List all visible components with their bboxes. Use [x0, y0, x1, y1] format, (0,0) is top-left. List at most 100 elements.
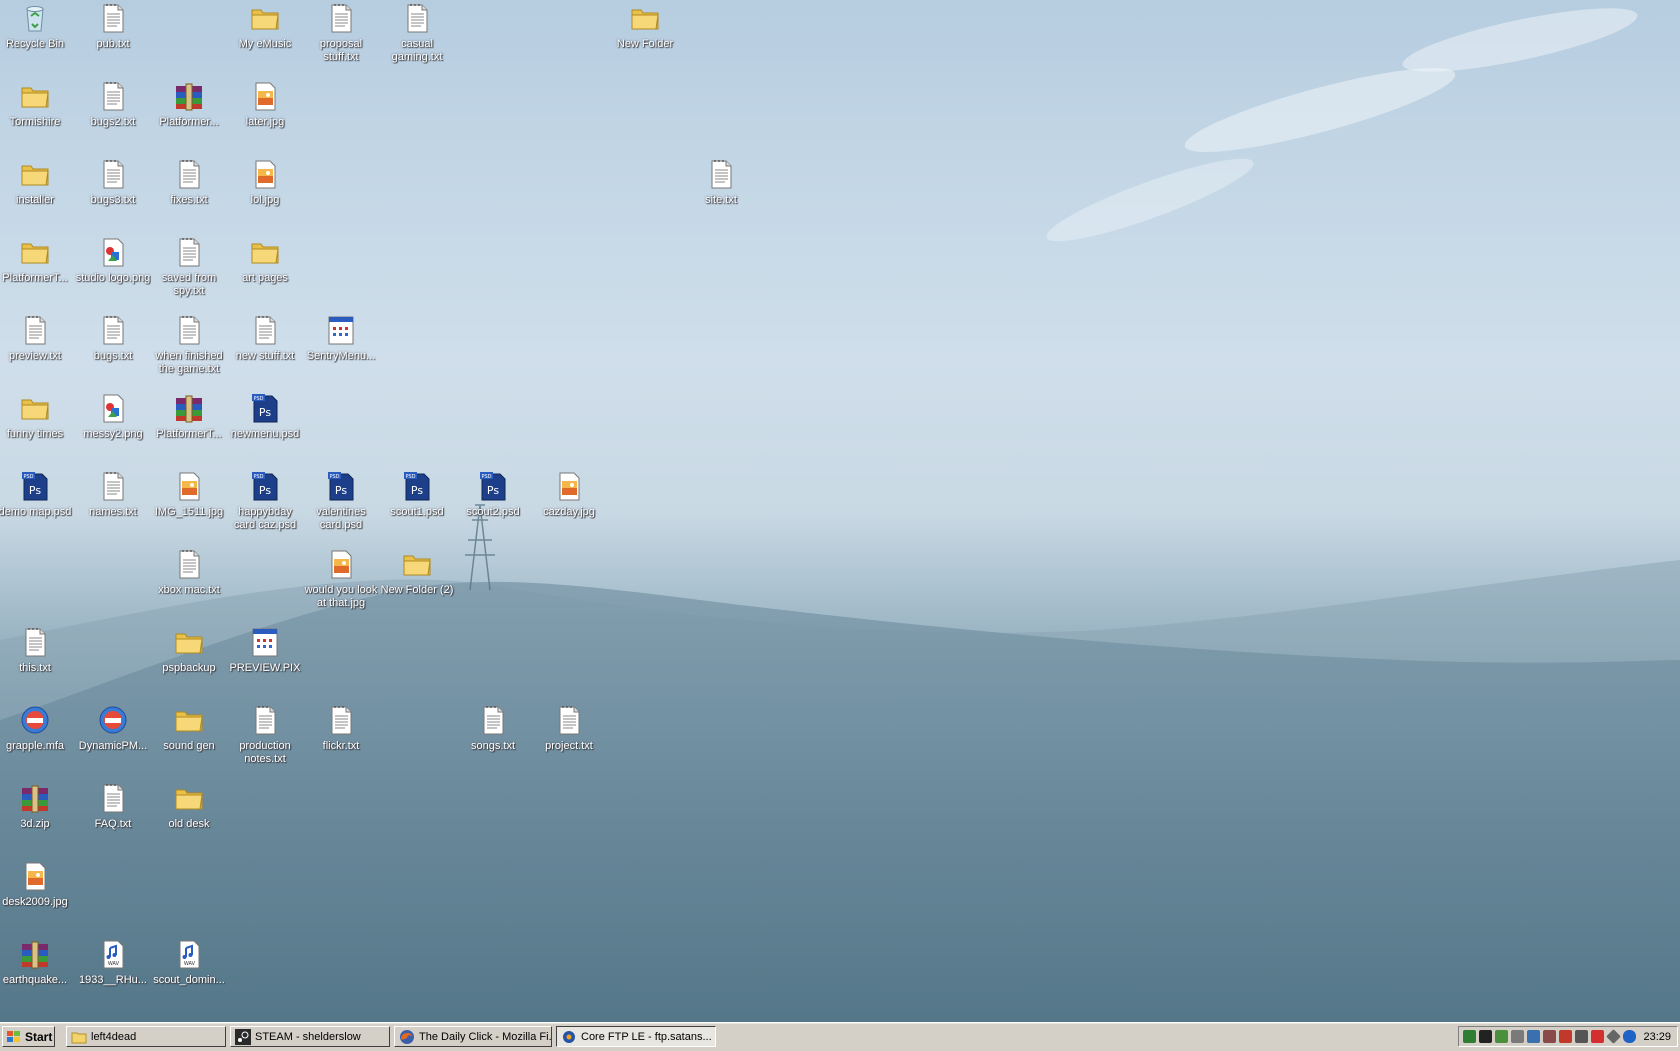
antivirus-icon[interactable] — [1591, 1030, 1604, 1043]
volume-icon[interactable] — [1511, 1030, 1524, 1043]
desktop-icon[interactable]: studio logo.png — [75, 236, 151, 285]
svg-text:Ps: Ps — [411, 484, 423, 497]
desktop-icon[interactable]: WAV 1933__RHu... — [75, 938, 151, 987]
desktop-icon-label: site.txt — [705, 194, 737, 206]
desktop-icon[interactable]: DynamicPM... — [75, 704, 151, 753]
desktop-icon[interactable]: Tormishire — [0, 80, 73, 129]
desktop-icon[interactable]: names.txt — [75, 470, 151, 519]
desktop-icon[interactable]: WAV scout_domin... — [151, 938, 227, 987]
shield-tray-icon[interactable] — [1559, 1030, 1572, 1043]
desktop-icon[interactable]: old desk — [151, 782, 227, 831]
svg-text:WAV: WAV — [184, 961, 196, 967]
text-file-icon — [325, 2, 357, 34]
display-tray-icon[interactable] — [1527, 1030, 1540, 1043]
desktop-icon[interactable]: PSD Ps scout1.psd — [379, 470, 455, 519]
desktop-icon[interactable]: Platformer... — [151, 80, 227, 129]
firefox-icon — [400, 1029, 414, 1044]
desktop-icon[interactable]: PSD Ps valentines card.psd — [303, 470, 379, 532]
pix-file-icon — [325, 314, 357, 346]
desktop-icon[interactable]: installer — [0, 158, 73, 207]
desktop-icon[interactable]: PSD Ps newmenu.psd — [227, 392, 303, 441]
desktop-icon[interactable]: casual gaming.txt — [379, 2, 455, 64]
folder-icon — [71, 1032, 87, 1043]
desktop-icon[interactable]: proposal stuff.txt — [303, 2, 379, 64]
desktop-icon[interactable]: bugs3.txt — [75, 158, 151, 207]
mfa-file-icon — [97, 704, 129, 736]
desktop-icon-label: DynamicPM... — [78, 740, 148, 752]
desktop-icon[interactable]: later.jpg — [227, 80, 303, 129]
desktop-icon[interactable]: grapple.mfa — [0, 704, 73, 753]
desktop-icon[interactable]: cazday.jpg — [531, 470, 607, 519]
desktop-icon-label: SentryMenu... — [306, 350, 376, 362]
desktop-icon[interactable]: IMG_1511.jpg — [151, 470, 227, 519]
desktop-icon[interactable]: pub.txt — [75, 2, 151, 51]
task-coreftp[interactable]: Core FTP LE - ftp.satans... — [556, 1026, 716, 1047]
app-tray-icon[interactable] — [1495, 1030, 1508, 1043]
desktop-icon[interactable]: SentryMenu... — [303, 314, 379, 363]
desktop-icon[interactable]: production notes.txt — [227, 704, 303, 766]
desktop-icon[interactable]: would you look at that.jpg — [303, 548, 379, 610]
diamond-tray-icon[interactable] — [1606, 1029, 1621, 1044]
task-firefox[interactable]: The Daily Click - Mozilla Fi... — [394, 1026, 552, 1047]
task-left4dead[interactable]: left4dead — [66, 1026, 226, 1047]
desktop-icon-label: old desk — [168, 818, 210, 830]
desktop-icon[interactable]: new stuff.txt — [227, 314, 303, 363]
desktop-icon[interactable]: earthquake... — [0, 938, 73, 987]
desktop-icon[interactable]: pspbackup — [151, 626, 227, 675]
desktop-icon[interactable]: PSD Ps demo map.psd — [0, 470, 73, 519]
desktop-icon[interactable]: sound gen — [151, 704, 227, 753]
desktop-icon[interactable]: lol.jpg — [227, 158, 303, 207]
desktop-icon[interactable]: PlatformerT... — [0, 236, 73, 285]
desktop-icon[interactable]: flickr.txt — [303, 704, 379, 753]
winrar-archive-icon — [19, 938, 51, 970]
desktop-icon[interactable]: New Folder — [607, 2, 683, 51]
svg-text:PSD: PSD — [253, 474, 263, 480]
desktop-icon[interactable]: PREVIEW.PIX — [227, 626, 303, 675]
tool-tray-icon[interactable] — [1543, 1030, 1556, 1043]
desktop-icon[interactable]: this.txt — [0, 626, 73, 675]
network-icon[interactable] — [1463, 1030, 1476, 1043]
desktop-icon[interactable]: bugs.txt — [75, 314, 151, 363]
desktop-icon-label: earthquake... — [2, 974, 68, 986]
desktop-icon[interactable]: xbox mac.txt — [151, 548, 227, 597]
folder-icon — [401, 548, 433, 580]
desktop-icon[interactable]: when finished the game.txt — [151, 314, 227, 376]
desktop-icon-label: bugs2.txt — [90, 116, 136, 128]
desktop-icon[interactable]: project.txt — [531, 704, 607, 753]
desktop-icon[interactable]: songs.txt — [455, 704, 531, 753]
desktop-icon[interactable]: Recycle Bin — [0, 2, 73, 51]
desktop-icon[interactable]: desk2009.jpg — [0, 860, 73, 909]
start-button[interactable]: Start — [2, 1026, 55, 1047]
desktop-icon[interactable]: bugs2.txt — [75, 80, 151, 129]
desktop-icon[interactable]: messy2.png — [75, 392, 151, 441]
coreftp-icon — [563, 1030, 575, 1043]
bluetooth-icon[interactable] — [1623, 1030, 1636, 1043]
folder-icon — [173, 782, 205, 814]
desktop-icon[interactable]: 3d.zip — [0, 782, 73, 831]
task-label: left4dead — [91, 1030, 137, 1043]
desktop-icon[interactable]: art pages — [227, 236, 303, 285]
svg-text:Ps: Ps — [487, 484, 499, 497]
desktop-icon[interactable]: PSD Ps happybday card caz.psd — [227, 470, 303, 532]
desktop-icon-label: later.jpg — [245, 116, 285, 128]
desktop-icon[interactable]: preview.txt — [0, 314, 73, 363]
desktop-icon[interactable]: fixes.txt — [151, 158, 227, 207]
wav-audio-icon: WAV — [97, 938, 129, 970]
svg-text:Ps: Ps — [259, 484, 271, 497]
text-file-icon — [705, 158, 737, 190]
service-tray-icon[interactable] — [1575, 1030, 1588, 1043]
start-label: Start — [25, 1029, 53, 1044]
desktop-icon[interactable]: PSD Ps scout2.psd — [455, 470, 531, 519]
clock: 23:29 — [1643, 1030, 1671, 1043]
text-file-icon — [97, 80, 129, 112]
desktop-icon[interactable]: funny times — [0, 392, 73, 441]
desktop-icon[interactable]: site.txt — [683, 158, 759, 207]
desktop-icon[interactable]: My eMusic — [227, 2, 303, 51]
desktop-icon[interactable]: New Folder (2) — [379, 548, 455, 597]
desktop-icon[interactable]: PlatformerT... — [151, 392, 227, 441]
task-steam[interactable]: STEAM - shelderslow — [230, 1026, 390, 1047]
steam-tray-icon[interactable] — [1479, 1030, 1492, 1043]
desktop-icon[interactable]: saved from spy.txt — [151, 236, 227, 298]
desktop-icon[interactable]: FAQ.txt — [75, 782, 151, 831]
desktop-icon-label: pspbackup — [162, 662, 216, 674]
